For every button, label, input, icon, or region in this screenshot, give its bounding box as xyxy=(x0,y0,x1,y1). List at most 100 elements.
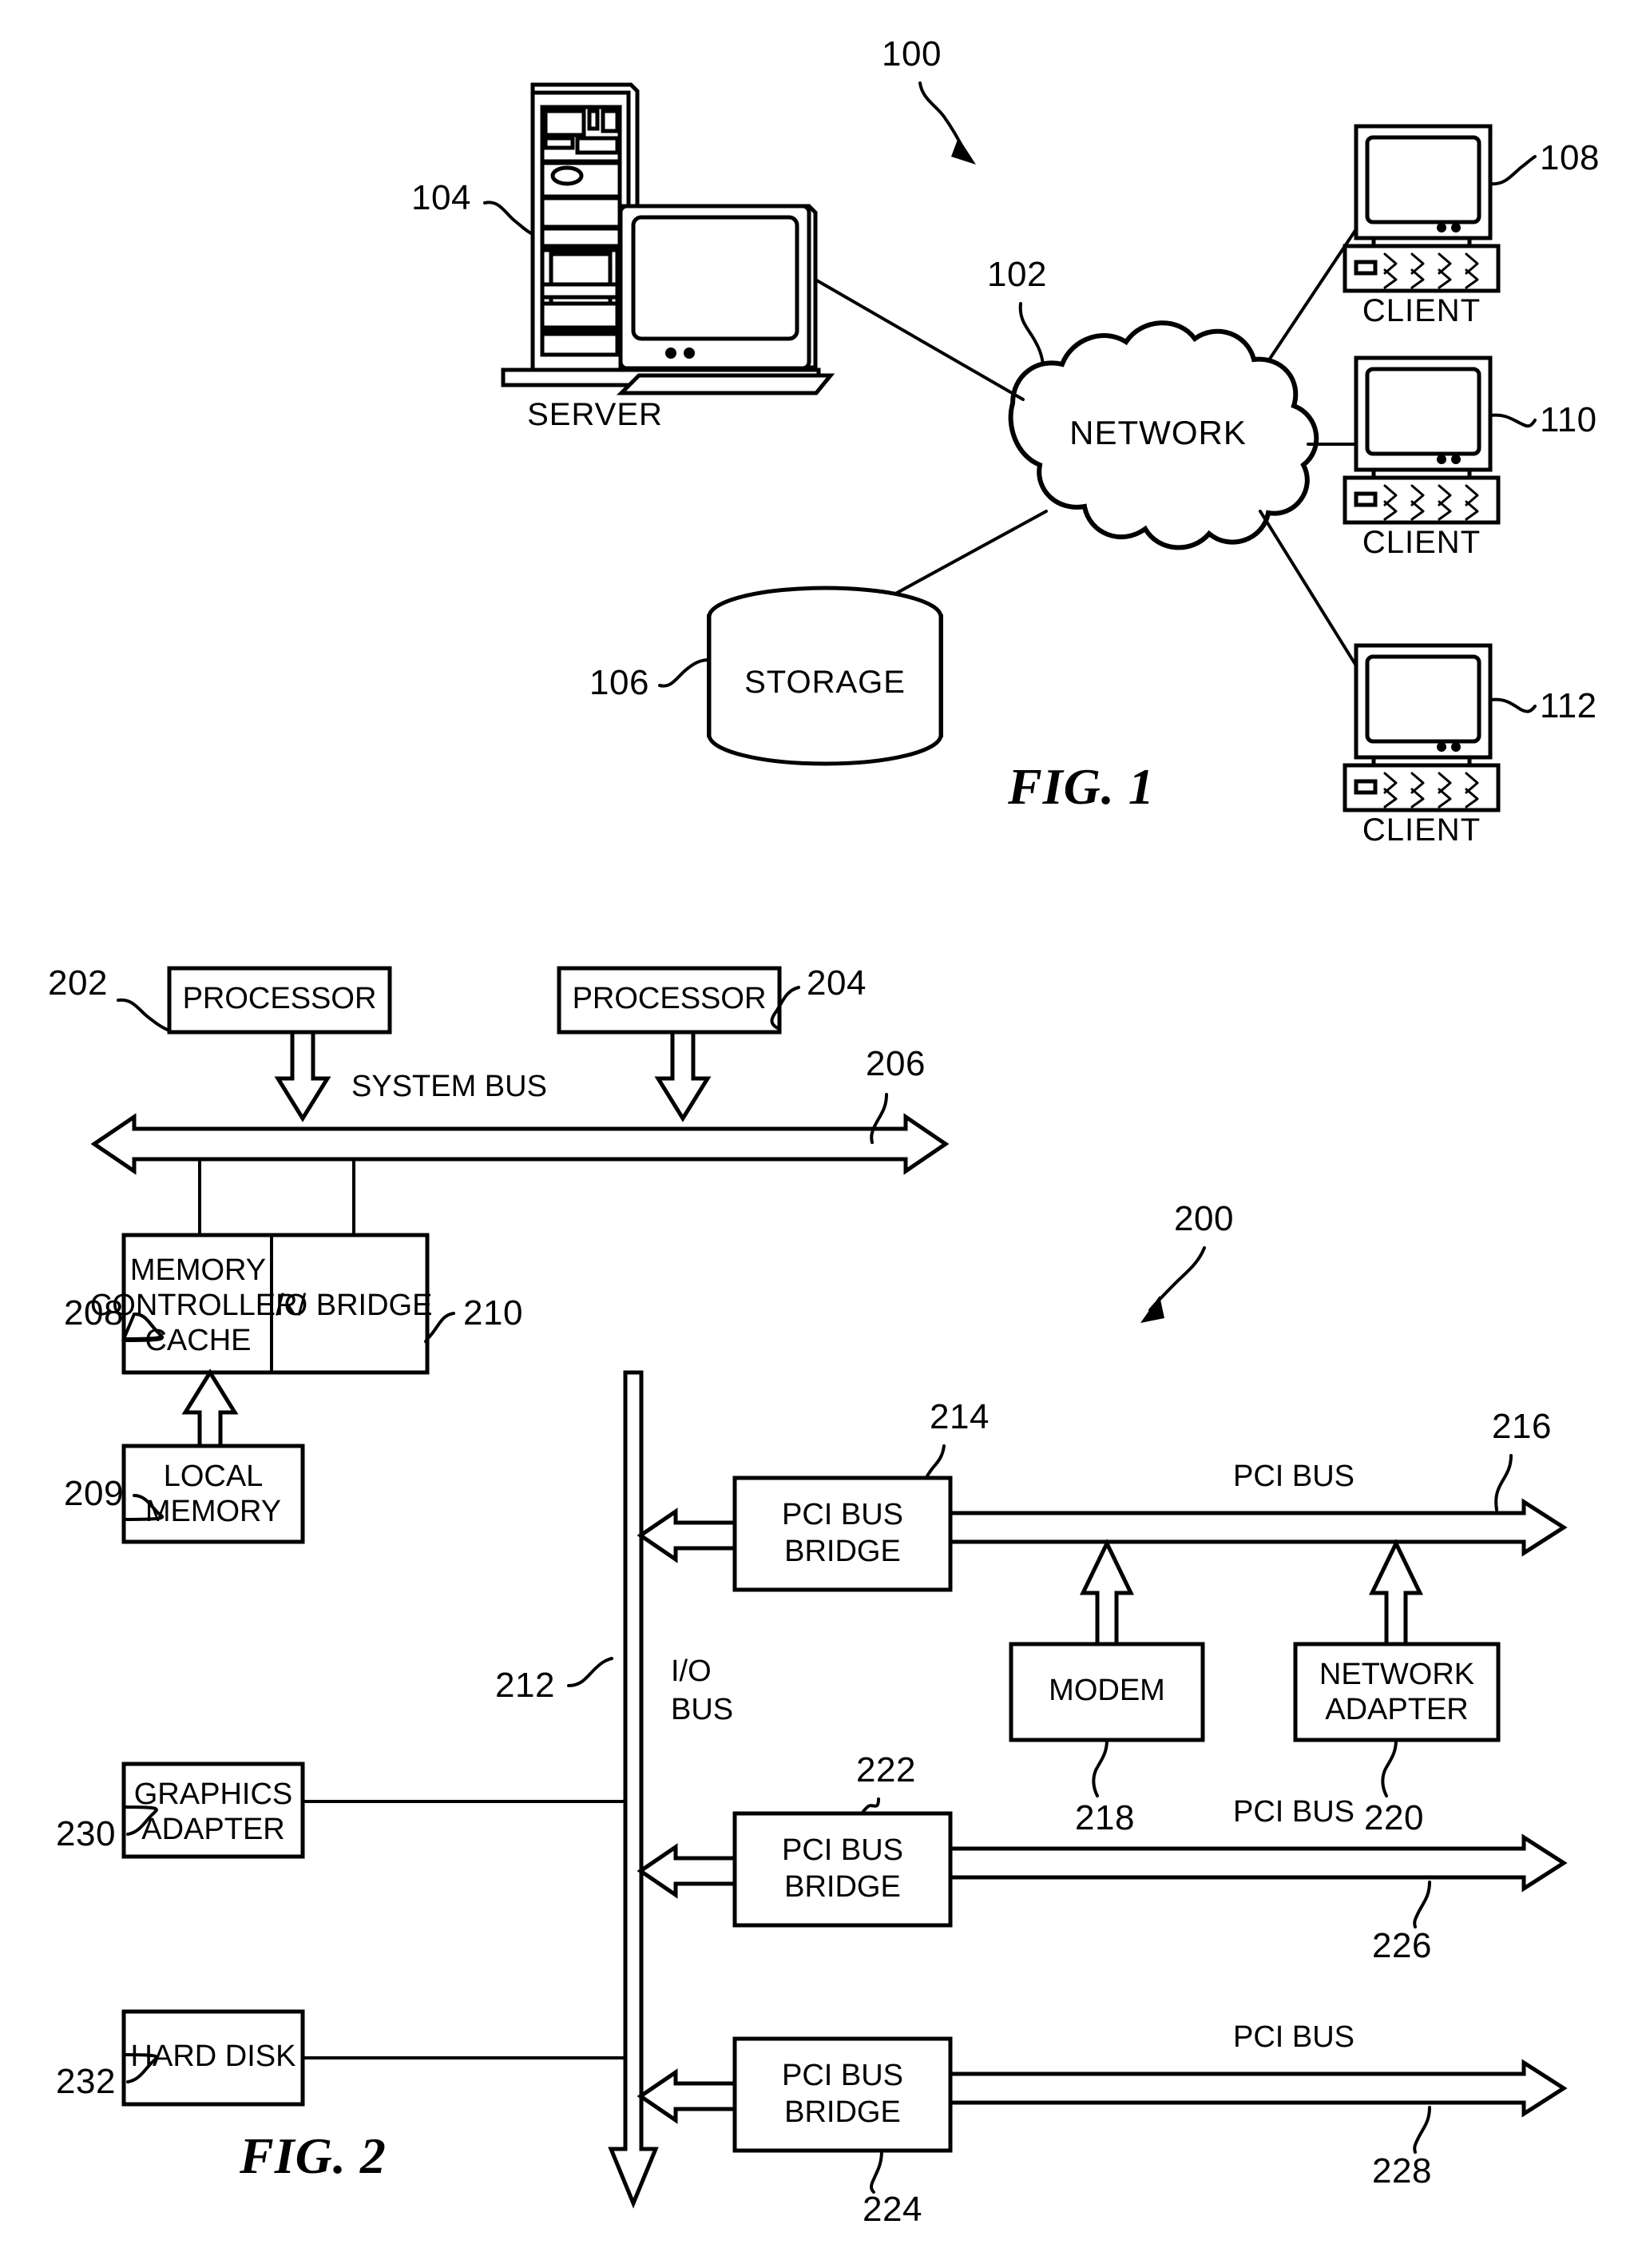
client-1-node: CLIENT 108 xyxy=(1343,124,1599,328)
storage-node: STORAGE 106 xyxy=(589,586,943,766)
link-server-network xyxy=(814,278,1025,401)
ref-228-leader xyxy=(1413,2106,1431,2154)
ref-102-label: 102 xyxy=(987,255,1047,294)
pci-bridge-1-to-iobus-arrow xyxy=(637,1507,737,1563)
ref-212-leader xyxy=(567,1657,613,1687)
ref-100-arrowhead xyxy=(951,137,976,165)
server-bay-8 xyxy=(540,332,620,357)
server-bay-6 xyxy=(540,282,620,300)
ref-216-leader xyxy=(1494,1454,1513,1511)
client2-caption: CLIENT xyxy=(1362,525,1481,560)
ref-222-label: 222 xyxy=(856,1750,916,1789)
network-adapter-label-line2: ADAPTER xyxy=(1325,1693,1468,1726)
ref-206-label: 206 xyxy=(866,1044,926,1083)
ref-214-leader xyxy=(925,1444,946,1480)
processor-right-label: PROCESSOR xyxy=(573,982,767,1015)
graphics-adapter-label-line2: ADAPTER xyxy=(141,1813,284,1846)
ref-102-leader xyxy=(1018,302,1045,366)
ref-226-leader xyxy=(1413,1881,1431,1928)
ref-214-label: 214 xyxy=(930,1397,990,1436)
server-bay-1c xyxy=(601,109,620,133)
ref-110-label: 110 xyxy=(1540,400,1597,439)
server-bay-4 xyxy=(540,226,622,248)
ref-230-label: 230 xyxy=(56,1814,116,1853)
figure-2-group: 200 PROCESSOR 202 PROCESSOR 204 SYSTEM B… xyxy=(48,963,1568,2229)
client2-led-2 xyxy=(1451,455,1461,464)
network-cloud-node: NETWORK 102 xyxy=(987,255,1319,550)
client1-keyboard-key xyxy=(1354,260,1378,276)
network-label: NETWORK xyxy=(1069,414,1247,451)
io-bridge-label: I/O BRIDGE xyxy=(268,1289,433,1322)
ref-209-label: 209 xyxy=(64,1474,124,1513)
local-memory-label-line2: MEMORY xyxy=(145,1495,281,1528)
figure-1-title: FIG. 1 xyxy=(1007,758,1155,815)
ref-202-label: 202 xyxy=(48,963,108,1003)
client-2-node: CLIENT 110 xyxy=(1343,355,1597,560)
pci-bus-1-label: PCI BUS xyxy=(1233,1460,1354,1493)
pci-bus-3-label: PCI BUS xyxy=(1233,2020,1354,2054)
server-bay-1a xyxy=(543,109,586,137)
modem-label: MODEM xyxy=(1049,1674,1165,1707)
local-memory-arrow xyxy=(181,1368,239,1448)
system-bus-arrow xyxy=(90,1113,950,1175)
pci-bus-bridge-3-box xyxy=(732,2036,953,2153)
ref-226-label: 226 xyxy=(1372,1926,1432,1965)
ref-212-label: 212 xyxy=(495,1666,555,1705)
server-bay-1d xyxy=(543,136,575,150)
pci-bridge-2-to-iobus-arrow xyxy=(637,1843,737,1899)
ref-224-leader xyxy=(870,2149,883,2194)
pci-bridge-3-to-iobus-arrow xyxy=(637,2068,737,2124)
ref-210-label: 210 xyxy=(463,1293,523,1333)
client3-led-1 xyxy=(1437,742,1446,752)
pci-bus-bridge-1-label-line2: BRIDGE xyxy=(784,1535,901,1568)
server-bay-3 xyxy=(540,196,622,229)
client-3-node: CLIENT 112 xyxy=(1343,643,1597,848)
server-monitor-led-2 xyxy=(684,348,695,359)
link-network-client3 xyxy=(1259,510,1364,677)
pci-bus-bridge-1-label-line1: PCI BUS xyxy=(782,1498,903,1531)
client1-monitor-screen xyxy=(1365,135,1481,224)
patent-figure-sheet: 100 SERVER 104 NETWORK 102 STORAGE 106 C… xyxy=(0,0,1642,2268)
ref-200-label: 200 xyxy=(1174,1199,1234,1238)
pci-bus-1-arrow xyxy=(948,1498,1568,1557)
server-bay-7 xyxy=(540,301,620,330)
ref-104-leader xyxy=(483,201,534,236)
graphics-adapter-label-line1: GRAPHICS xyxy=(134,1777,292,1811)
server-bay-1b xyxy=(587,109,600,131)
pci-bus-bridge-3-label-line2: BRIDGE xyxy=(784,2095,901,2129)
figure-1-group: 100 SERVER 104 NETWORK 102 STORAGE 106 C… xyxy=(411,34,1599,848)
server-caption: SERVER xyxy=(527,397,663,432)
server-node: SERVER 104 xyxy=(411,82,835,432)
client3-led-2 xyxy=(1451,742,1461,752)
network-adapter-label-line1: NETWORK xyxy=(1319,1658,1474,1691)
memory-controller-label-line3: CACHE xyxy=(145,1324,251,1357)
io-bus-label-line1: I/O xyxy=(671,1654,712,1688)
processor-right-bus-arrow xyxy=(654,1030,712,1122)
ref-112-leader xyxy=(1489,697,1537,713)
pci-bus-bridge-2-label-line2: BRIDGE xyxy=(784,1870,901,1904)
figure-canvas: 100 SERVER 104 NETWORK 102 STORAGE 106 C… xyxy=(48,34,1599,2229)
ref-112-label: 112 xyxy=(1540,686,1597,725)
client1-caption: CLIENT xyxy=(1362,293,1481,328)
server-monitor-stand xyxy=(616,373,835,395)
network-adapter-to-pcibus-arrow xyxy=(1369,1539,1423,1646)
modem-to-pcibus-arrow xyxy=(1080,1539,1134,1646)
ref-208-label: 208 xyxy=(64,1293,124,1333)
ref-218-label: 218 xyxy=(1075,1798,1135,1837)
storage-label: STORAGE xyxy=(744,665,906,700)
ref-232-label: 232 xyxy=(56,2062,116,2101)
figure-2-title: FIG. 2 xyxy=(239,2127,387,2184)
pci-bus-bridge-2-label-line1: PCI BUS xyxy=(782,1833,903,1867)
ref-110-leader xyxy=(1489,413,1537,428)
local-memory-label-line1: LOCAL xyxy=(164,1460,264,1493)
ref-104-label: 104 xyxy=(411,178,471,217)
pci-bus-2-label: PCI BUS xyxy=(1233,1795,1354,1829)
io-bus-arrow xyxy=(608,1370,659,2209)
server-monitor-screen xyxy=(631,215,799,341)
ref-222-leader xyxy=(861,1797,880,1815)
client3-monitor-screen xyxy=(1365,654,1481,744)
ref-202-leader xyxy=(117,998,171,1032)
ref-108-leader xyxy=(1489,155,1537,186)
memory-controller-label-line1: MEMORY xyxy=(130,1253,266,1287)
system-bus-label: SYSTEM BUS xyxy=(351,1070,547,1103)
